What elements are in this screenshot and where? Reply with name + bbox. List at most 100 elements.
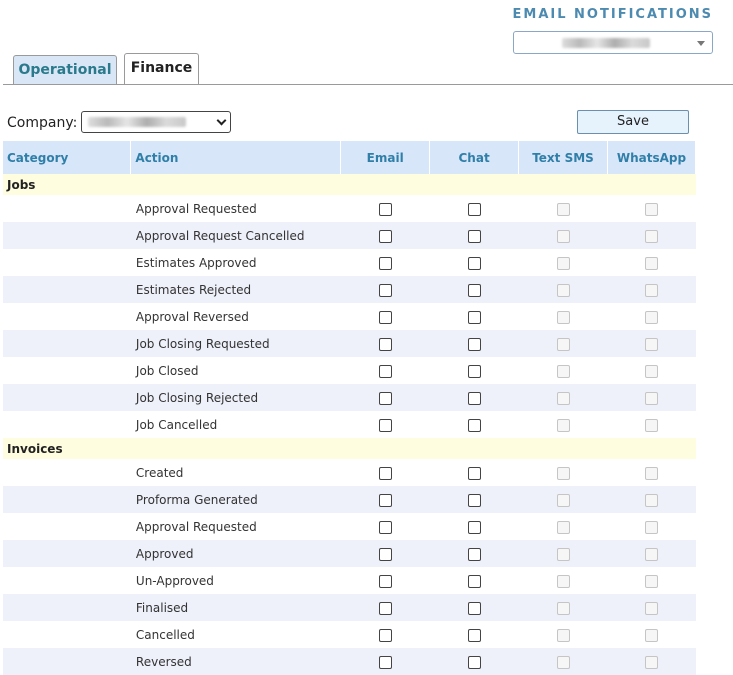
column-header-category: Category <box>3 141 132 174</box>
table-row: Approval Requested <box>3 513 696 540</box>
whatsapp-cell <box>607 648 696 675</box>
action-label: Cancelled <box>135 627 195 642</box>
email-checkbox[interactable] <box>378 520 392 534</box>
whatsapp-cell <box>607 303 695 330</box>
category-cell <box>3 330 131 357</box>
category-cell <box>3 357 131 384</box>
text-sms-checkbox <box>556 655 570 669</box>
tab-divider <box>3 84 733 85</box>
chat-checkbox[interactable] <box>467 628 481 642</box>
table-row: Cancelled <box>3 621 696 648</box>
email-checkbox[interactable] <box>378 310 392 324</box>
tab-finance[interactable]: Finance <box>124 53 199 85</box>
email-checkbox[interactable] <box>378 493 392 507</box>
chat-checkbox[interactable] <box>467 493 481 507</box>
chat-checkbox[interactable] <box>467 655 481 669</box>
table-row: Job Closing Rejected <box>3 384 696 411</box>
email-cell <box>340 384 430 411</box>
email-cell <box>341 411 430 438</box>
category-row: Invoices <box>3 438 696 459</box>
email-checkbox[interactable] <box>378 229 392 243</box>
text-sms-checkbox <box>556 283 570 297</box>
chat-checkbox[interactable] <box>467 256 481 270</box>
chat-checkbox[interactable] <box>467 601 481 615</box>
email-checkbox[interactable] <box>378 391 392 405</box>
whatsapp-checkbox <box>644 364 658 378</box>
email-cell <box>341 249 430 276</box>
chat-cell <box>429 486 519 513</box>
chat-checkbox[interactable] <box>467 337 481 351</box>
text-sms-checkbox <box>556 256 570 270</box>
email-cell <box>341 621 430 648</box>
email-cell <box>341 195 430 222</box>
email-checkbox[interactable] <box>378 628 392 642</box>
email-cell <box>340 222 430 249</box>
email-cell <box>341 513 430 540</box>
table-row: Created <box>3 459 696 486</box>
company-select[interactable] <box>81 111 231 133</box>
chat-checkbox[interactable] <box>467 202 481 216</box>
whatsapp-cell <box>607 621 695 648</box>
email-checkbox[interactable] <box>378 547 392 561</box>
text-sms-cell <box>519 459 608 486</box>
email-checkbox[interactable] <box>378 256 392 270</box>
whatsapp-checkbox <box>644 256 658 270</box>
email-checkbox[interactable] <box>378 283 392 297</box>
action-label: Estimates Approved <box>135 255 257 270</box>
whatsapp-checkbox <box>644 574 658 588</box>
chat-checkbox[interactable] <box>467 310 481 324</box>
column-header-chat: Chat <box>429 141 520 174</box>
company-label: Company: <box>7 115 78 131</box>
text-sms-cell <box>519 357 608 384</box>
category-label: Invoices <box>3 438 696 459</box>
email-checkbox[interactable] <box>378 574 392 588</box>
text-sms-checkbox <box>556 601 570 615</box>
whatsapp-cell <box>607 459 695 486</box>
email-checkbox[interactable] <box>378 364 392 378</box>
email-checkbox[interactable] <box>378 202 392 216</box>
text-sms-cell <box>518 384 608 411</box>
action-label: Proforma Generated <box>130 486 341 513</box>
whatsapp-checkbox <box>644 655 658 669</box>
category-cell <box>3 594 131 621</box>
text-sms-cell <box>519 567 608 594</box>
save-button[interactable]: Save <box>577 110 689 134</box>
text-sms-checkbox <box>556 337 570 351</box>
text-sms-checkbox <box>556 466 570 480</box>
tab-operational[interactable]: Operational <box>13 55 117 85</box>
email-cell <box>340 276 430 303</box>
email-cell <box>341 357 430 384</box>
chat-checkbox[interactable] <box>467 466 481 480</box>
email-cell <box>340 648 430 675</box>
chevron-down-icon <box>697 41 705 46</box>
text-sms-checkbox <box>556 628 570 642</box>
action-label: Approval Request Cancelled <box>130 222 341 249</box>
chat-checkbox[interactable] <box>467 229 481 243</box>
chevron-down-icon <box>216 115 227 126</box>
chat-checkbox[interactable] <box>467 364 481 378</box>
chat-checkbox[interactable] <box>467 418 481 432</box>
email-checkbox[interactable] <box>378 418 392 432</box>
email-checkbox[interactable] <box>378 337 392 351</box>
text-sms-cell <box>518 594 608 621</box>
action-label: Estimates Rejected <box>130 276 341 303</box>
chat-checkbox[interactable] <box>467 547 481 561</box>
action-label: Created <box>135 465 184 480</box>
action-label: Approval Requested <box>135 519 257 534</box>
text-sms-cell <box>519 303 608 330</box>
text-sms-cell <box>518 222 608 249</box>
email-checkbox[interactable] <box>378 655 392 669</box>
category-cell <box>3 276 131 303</box>
chat-checkbox[interactable] <box>467 283 481 297</box>
chat-cell <box>430 621 519 648</box>
email-checkbox[interactable] <box>378 601 392 615</box>
chat-checkbox[interactable] <box>467 391 481 405</box>
column-header-action: Action <box>130 141 342 174</box>
whatsapp-cell <box>607 276 696 303</box>
chat-checkbox[interactable] <box>467 520 481 534</box>
email-checkbox[interactable] <box>378 466 392 480</box>
chat-checkbox[interactable] <box>467 574 481 588</box>
category-cell <box>3 513 131 540</box>
notification-profile-select[interactable] <box>513 31 713 54</box>
text-sms-checkbox <box>556 547 570 561</box>
